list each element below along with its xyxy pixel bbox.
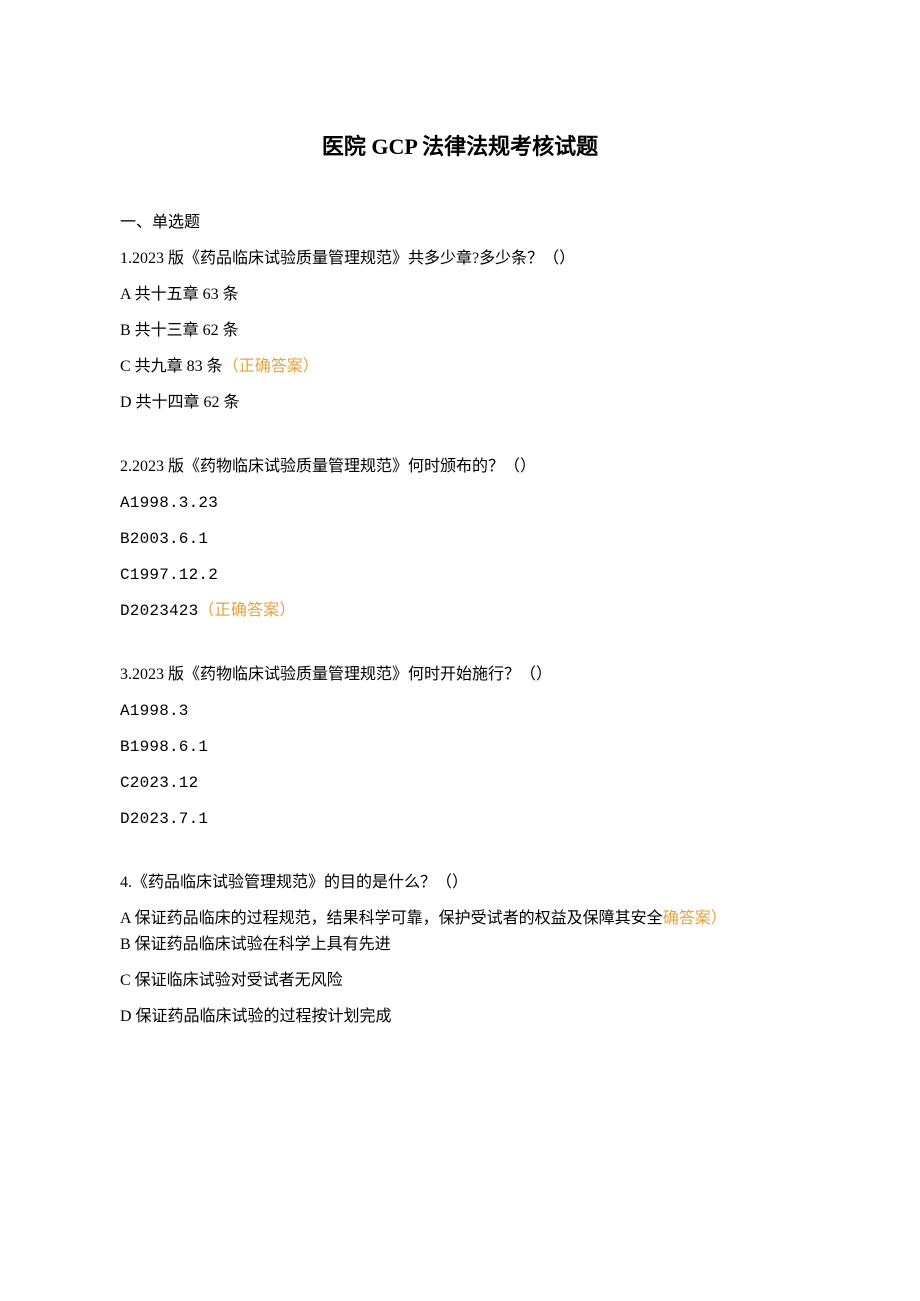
q3-option-a: A1998.3 [120,699,800,723]
title-suffix: 法律法规考核试题 [422,134,598,159]
q2-text: 2.2023 版《药物临床试验质量管理规范》何时颁布的？（） [120,455,800,479]
title-prefix: 医院 [322,134,372,159]
q4-option-a: A 保证药品临床的过程规范，结果科学可靠，保护受试者的权益及保障其安全确答案） [120,907,800,931]
q3-option-c: C2023.12 [120,771,800,795]
q3-option-d: D2023.7.1 [120,807,800,831]
q4-option-c: C 保证临床试验对受试者无风险 [120,969,800,993]
title-latin: GCP [371,134,422,159]
q3-option-b: B1998.6.1 [120,735,800,759]
q2-option-b: B2003.6.1 [120,527,800,551]
q1-option-d: D 共十四章 62 条 [120,391,800,415]
q4-option-d: D 保证药品临床试验的过程按计划完成 [120,1005,800,1029]
correct-answer-label: （正确答案） [198,602,295,620]
q2-option-d-text: D2023423 [120,602,198,620]
q3-text: 3.2023 版《药物临床试验质量管理规范》何时开始施行？（） [120,663,800,687]
q1-option-c: C 共九章 83 条（正确答案） [120,355,800,379]
correct-answer-label: （正确答案） [223,358,319,375]
page-title: 医院 GCP 法律法规考核试题 [120,130,800,163]
q4-option-b: B 保证药品临床试验在科学上具有先进 [120,933,800,957]
q1-option-b: B 共十三章 62 条 [120,319,800,343]
correct-answer-label: 确答案） [663,910,727,927]
q1-text: 1.2023 版《药品临床试验质量管理规范》共多少章?多少条？（） [120,247,800,271]
section-header: 一、单选题 [120,211,800,235]
q2-option-a: A1998.3.23 [120,491,800,515]
q2-option-d: D2023423（正确答案） [120,599,800,623]
q2-option-c: C1997.12.2 [120,563,800,587]
q1-option-a: A 共十五章 63 条 [120,283,800,307]
q4-text: 4.《药品临床试验管理规范》的目的是什么？（） [120,871,800,895]
q4-option-a-text: A 保证药品临床的过程规范，结果科学可靠，保护受试者的权益及保障其安全 [120,910,663,927]
q1-option-c-text: C 共九章 83 条 [120,358,223,375]
